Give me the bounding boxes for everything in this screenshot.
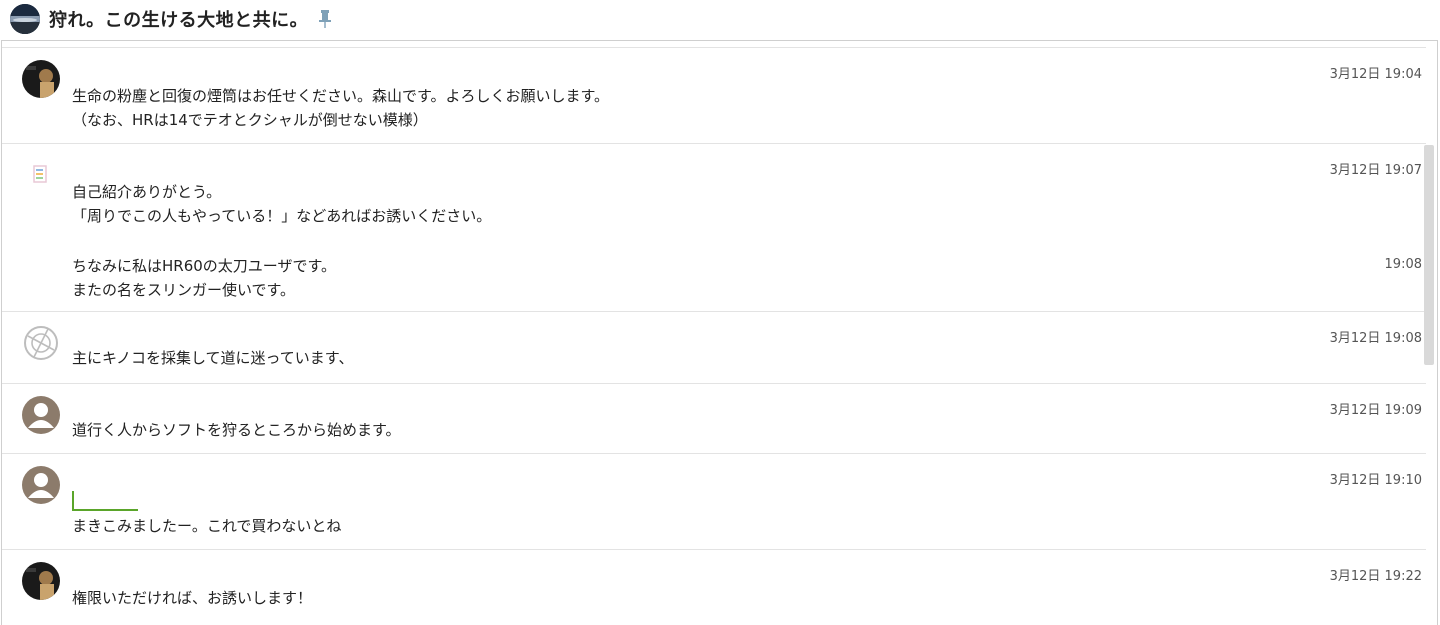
avatar-colorful-icon[interactable] — [26, 160, 56, 190]
message-item: 3月12日 19:22 権限いただければ、お誘いします！ — [2, 549, 1426, 625]
message-item: 3月12日 19:04 生命の粉塵と回復の煙筒はお任せください。森山です。よろし… — [2, 47, 1426, 143]
room-avatar-icon[interactable] — [10, 4, 40, 34]
message-text: 道行く人からソフトを狩るところから始めます。 — [72, 421, 401, 439]
message-item: 3月12日 19:09 道行く人からソフトを狩るところから始めます。 — [2, 383, 1426, 453]
message-timestamp: 3月12日 19:07 — [1329, 163, 1422, 178]
reply-quote-marker[interactable] — [72, 491, 138, 511]
message-timestamp: 3月12日 19:04 — [1329, 67, 1422, 82]
message-text: ちなみに私はHR60の太刀ユーザです。 — [72, 257, 336, 275]
message-timestamp: 3月12日 19:22 — [1329, 569, 1422, 584]
scrollbar-thumb[interactable] — [1424, 145, 1434, 365]
message-item: 3月12日 19:07 自己紹介ありがとう。 「周りでこの人もやっている！」など… — [2, 143, 1426, 311]
avatar-photo-icon[interactable] — [22, 60, 60, 98]
message-text: またの名をスリンガー使いです。 — [72, 281, 296, 299]
message-item: 3月12日 19:10 まきこみましたー。これで買わないとね — [2, 453, 1426, 549]
room-header: 狩れ。この生ける大地と共に。 — [0, 0, 1440, 38]
message-item: 3月12日 19:08 主にキノコを採集して道に迷っています、 — [2, 311, 1426, 383]
message-text: まきこみましたー。これで買わないとね — [72, 517, 342, 535]
message-text: （なお、HRは14でテオとクシャルが倒せない模様） — [72, 111, 428, 129]
pin-icon[interactable] — [318, 9, 332, 29]
avatar-photo-icon[interactable] — [22, 562, 60, 600]
message-timestamp: 19:08 — [1384, 257, 1422, 272]
message-text: 生命の粉塵と回復の煙筒はお任せください。森山です。よろしくお願いします。 — [72, 87, 610, 105]
avatar-globe-icon[interactable] — [22, 324, 60, 362]
message-timestamp: 3月12日 19:09 — [1329, 403, 1422, 418]
message-text: 主にキノコを採集して道に迷っています、 — [72, 349, 354, 367]
message-timeline[interactable]: 3月12日 19:04 生命の粉塵と回復の煙筒はお任せください。森山です。よろし… — [1, 40, 1438, 625]
message-text: 自己紹介ありがとう。 — [72, 183, 222, 201]
room-title: 狩れ。この生ける大地と共に。 — [49, 10, 309, 31]
avatar-default-user-icon[interactable] — [22, 466, 60, 504]
message-timestamp: 3月12日 19:10 — [1329, 473, 1422, 488]
message-timestamp: 3月12日 19:08 — [1329, 331, 1422, 346]
message-text: 「周りでこの人もやっている！」などあればお誘いください。 — [72, 207, 492, 225]
message-text: 権限いただければ、お誘いします！ — [72, 589, 313, 607]
avatar-default-user-icon[interactable] — [22, 396, 60, 434]
